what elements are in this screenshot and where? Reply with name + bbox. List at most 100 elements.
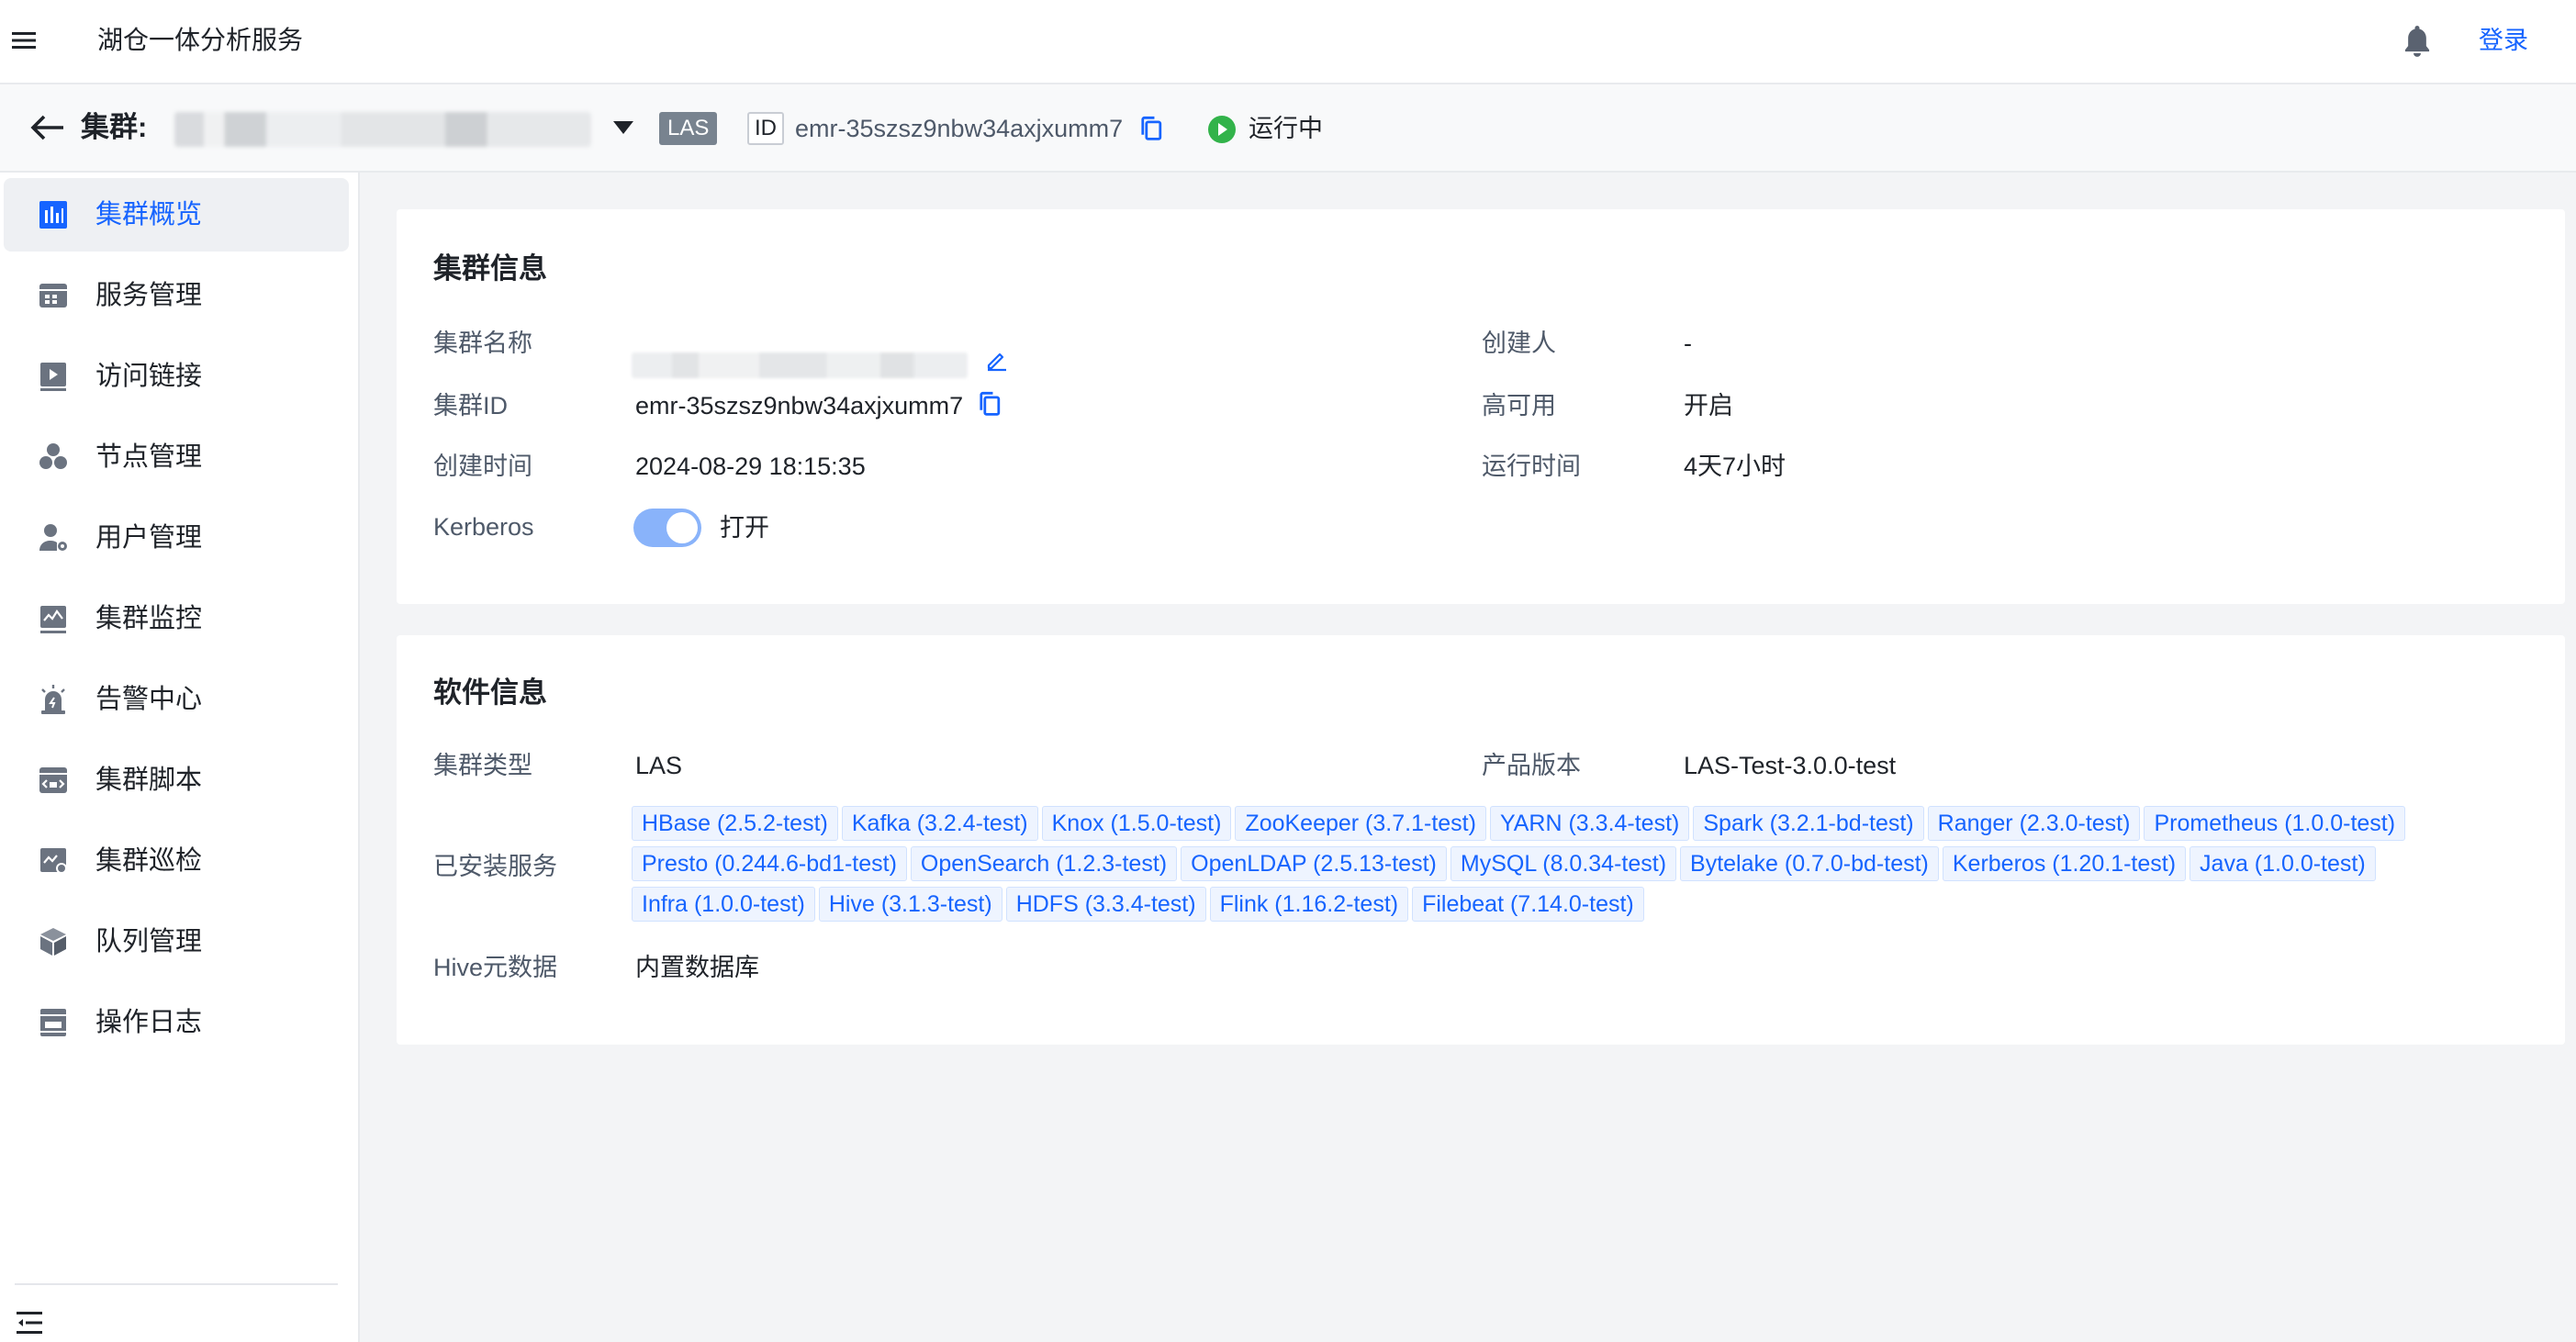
sidebar-item-label: 队列管理 — [95, 927, 203, 956]
service-tag[interactable]: Presto (0.244.6-bd1-test) — [632, 846, 907, 881]
sidebar-item-label: 集群概览 — [95, 200, 203, 229]
sidebar-item-label: 集群巡检 — [95, 846, 203, 876]
monitor-chart-icon — [40, 606, 66, 633]
high-availability-label: 高可用 — [1482, 392, 1556, 419]
id-badge: ID — [747, 112, 784, 145]
product-version-label: 产品版本 — [1482, 752, 1581, 779]
script-icon — [39, 767, 67, 793]
service-grid-icon — [39, 284, 67, 308]
user-gear-icon — [39, 524, 67, 551]
creator-value: - — [1684, 330, 1692, 357]
service-tag[interactable]: YARN (3.3.4-test) — [1489, 806, 1690, 841]
top-bar: 湖仓一体分析服务 登录 — [0, 0, 2576, 84]
cluster-info-card: 集群信息 集群名称 集群ID emr-35szsz9nbw34axjxumm7 … — [397, 209, 2565, 604]
service-tag[interactable]: Java (1.0.0-test) — [2190, 846, 2376, 881]
software-info-card: 软件信息 集群类型 LAS 产品版本 LAS-Test-3.0.0-test 已… — [397, 635, 2565, 1045]
sidebar-item-scripts[interactable]: 集群脚本 — [4, 744, 349, 817]
service-tag[interactable]: Knox (1.5.0-test) — [1041, 806, 1232, 841]
installed-services-list: HBase (2.5.2-test) Kafka (3.2.4-test) Knox… — [632, 806, 2523, 927]
service-tag[interactable]: Kerberos (1.20.1-test) — [1942, 846, 2187, 881]
toggle-knob — [666, 512, 698, 543]
sidebar-item-nodes[interactable]: 节点管理 — [4, 420, 349, 494]
service-tag[interactable]: Kafka (3.2.4-test) — [841, 806, 1038, 841]
sidebar-item-label: 服务管理 — [95, 281, 203, 310]
sidebar-item-label: 操作日志 — [95, 1008, 203, 1037]
log-icon — [40, 1009, 66, 1036]
service-tag[interactable]: Flink (1.16.2-test) — [1209, 887, 1409, 922]
service-tag[interactable]: Prometheus (1.0.0-test) — [2144, 806, 2406, 841]
service-tag[interactable]: MySQL (8.0.34-test) — [1450, 846, 1677, 881]
service-tag[interactable]: Bytelake (0.7.0-bd-test) — [1680, 846, 1939, 881]
service-tag[interactable]: OpenSearch (1.2.3-test) — [910, 846, 1178, 881]
sidebar: 集群概览 服务管理 访问链接 节点管理 用户管理 集群监控 告警中心 集群脚本 … — [0, 173, 360, 1342]
service-tag[interactable]: Hive (3.1.3-test) — [818, 887, 1002, 922]
product-version-value: LAS-Test-3.0.0-test — [1684, 752, 1897, 779]
hive-metadata-label: Hive元数据 — [433, 954, 558, 981]
chart-bar-icon — [39, 201, 67, 229]
cube-icon — [40, 928, 66, 956]
sidebar-item-label: 节点管理 — [95, 442, 203, 472]
header-cluster-id: emr-35szsz9nbw34axjxumm7 — [795, 115, 1124, 142]
uptime-label: 运行时间 — [1482, 453, 1581, 480]
cluster-type-value: LAS — [635, 752, 683, 779]
cluster-type-label: 集群类型 — [433, 752, 532, 779]
sidebar-item-monitoring[interactable]: 集群监控 — [4, 582, 349, 655]
inspection-icon — [40, 848, 67, 874]
sidebar-item-alerts[interactable]: 告警中心 — [4, 663, 349, 736]
kerberos-toggle[interactable] — [633, 509, 701, 547]
service-tag[interactable]: ZooKeeper (3.7.1-test) — [1235, 806, 1486, 841]
installed-services-label: 已安装服务 — [433, 853, 557, 880]
cluster-header: 集群: LAS ID emr-35szsz9nbw34axjxumm7 运行中 — [0, 84, 2576, 173]
service-tag[interactable]: HBase (2.5.2-test) — [632, 806, 838, 841]
kerberos-label: Kerberos — [433, 513, 534, 541]
service-tag[interactable]: Infra (1.0.0-test) — [632, 887, 815, 922]
cluster-id-value: emr-35szsz9nbw34axjxumm7 — [635, 392, 964, 419]
cluster-name-masked-value — [632, 352, 968, 378]
status-running-icon — [1208, 116, 1236, 143]
copy-cluster-id-icon[interactable] — [977, 391, 1002, 419]
cluster-name-masked — [174, 112, 591, 147]
sidebar-item-logs[interactable]: 操作日志 — [4, 986, 349, 1059]
sidebar-item-label: 访问链接 — [95, 362, 203, 391]
created-time-value: 2024-08-29 18:15:35 — [635, 453, 866, 480]
sidebar-item-queues[interactable]: 队列管理 — [4, 905, 349, 979]
cluster-info-title: 集群信息 — [433, 252, 547, 285]
edit-pencil-icon[interactable] — [984, 347, 1010, 373]
collapse-sidebar-icon[interactable] — [15, 1309, 48, 1336]
sidebar-item-label: 告警中心 — [95, 685, 203, 714]
cluster-dropdown-caret-icon[interactable] — [613, 121, 633, 134]
back-arrow-icon[interactable] — [29, 112, 66, 143]
link-play-icon — [40, 363, 66, 391]
sidebar-item-overview[interactable]: 集群概览 — [4, 178, 349, 252]
sidebar-item-label: 用户管理 — [95, 523, 203, 553]
login-link[interactable]: 登录 — [2479, 20, 2528, 61]
service-tag[interactable]: Spark (3.2.1-bd-test) — [1693, 806, 1924, 841]
kerberos-status: 打开 — [720, 514, 769, 542]
cluster-label: 集群: — [81, 111, 148, 143]
app-title: 湖仓一体分析服务 — [97, 26, 304, 54]
service-tag[interactable]: Ranger (2.3.0-test) — [1927, 806, 2141, 841]
sidebar-divider — [15, 1283, 338, 1285]
bell-icon[interactable] — [2400, 23, 2435, 60]
hamburger-menu-icon[interactable] — [9, 26, 39, 55]
sidebar-item-users[interactable]: 用户管理 — [4, 501, 349, 575]
cluster-id-label: 集群ID — [433, 392, 508, 419]
sidebar-item-label: 集群脚本 — [95, 766, 203, 795]
sidebar-item-inspection[interactable]: 集群巡检 — [4, 824, 349, 898]
cluster-name-label: 集群名称 — [433, 330, 532, 357]
service-tag[interactable]: Filebeat (7.14.0-test) — [1412, 887, 1644, 922]
service-tag[interactable]: HDFS (3.3.4-test) — [1005, 887, 1206, 922]
nodes-icon — [39, 443, 67, 469]
sidebar-item-services[interactable]: 服务管理 — [4, 259, 349, 332]
created-time-label: 创建时间 — [433, 453, 532, 480]
software-info-title: 软件信息 — [433, 677, 547, 709]
service-tag[interactable]: OpenLDAP (2.5.13-test) — [1181, 846, 1447, 881]
copy-id-icon[interactable] — [1138, 116, 1164, 143]
high-availability-value: 开启 — [1684, 392, 1733, 419]
creator-label: 创建人 — [1482, 330, 1556, 357]
cluster-type-badge: LAS — [659, 112, 718, 145]
cluster-status: 运行中 — [1249, 115, 1323, 142]
hive-metadata-value: 内置数据库 — [635, 954, 759, 981]
alarm-icon — [41, 685, 65, 714]
sidebar-item-access-links[interactable]: 访问链接 — [4, 340, 349, 413]
